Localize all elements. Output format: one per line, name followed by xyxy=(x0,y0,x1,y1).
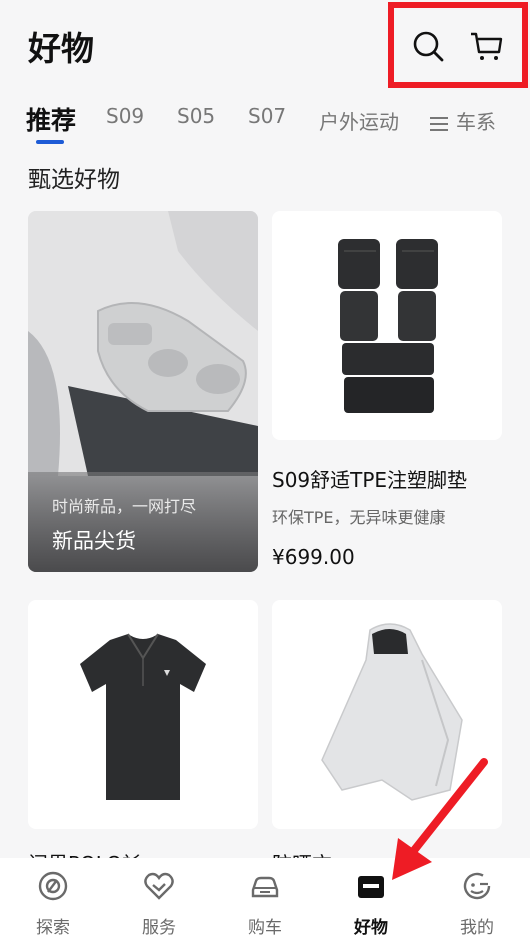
floor-mat-image xyxy=(338,239,438,413)
hero-title: 新品尖货 xyxy=(52,529,136,553)
menu-icon xyxy=(430,116,448,132)
tab-recommend[interactable]: 推荐 xyxy=(26,101,76,137)
nav-goods[interactable]: 好物 xyxy=(318,858,424,943)
hero-overlay xyxy=(28,472,258,572)
product-card-jacket[interactable] xyxy=(272,600,502,829)
product-card-polo[interactable] xyxy=(28,600,258,829)
goods-icon xyxy=(358,876,384,898)
header: 好物 xyxy=(0,0,530,92)
nav-profile[interactable]: 我的 xyxy=(424,858,530,943)
car-icon xyxy=(251,876,279,898)
sun-jacket-image xyxy=(321,623,463,801)
cart-button[interactable] xyxy=(466,26,506,66)
nav-label: 购车 xyxy=(248,918,282,938)
cart-icon xyxy=(471,32,503,60)
nav-label: 探索 xyxy=(36,918,70,938)
service-icon xyxy=(144,872,174,900)
nav-label: 我的 xyxy=(460,918,494,938)
bottom-nav: 探索 服务 购车 好物 我的 xyxy=(0,858,530,943)
product-price: ¥699.00 xyxy=(272,545,355,569)
search-icon xyxy=(413,31,444,62)
product-card-floor-mat[interactable] xyxy=(272,211,502,440)
nav-label: 好物 xyxy=(354,918,388,938)
tab-outdoor[interactable]: 户外运动 xyxy=(319,106,399,135)
new-arrivals-card[interactable]: 时尚新品，一网打尽 新品尖货 xyxy=(28,211,258,572)
search-button[interactable] xyxy=(408,26,448,66)
polo-shirt-image xyxy=(80,633,206,800)
tab-s09[interactable]: S09 xyxy=(106,104,144,128)
tab-s05[interactable]: S05 xyxy=(177,104,215,128)
profile-icon xyxy=(463,872,491,900)
tab-active-indicator xyxy=(36,140,64,144)
console-tray-image xyxy=(28,211,258,476)
hero-subtitle: 时尚新品，一网打尽 xyxy=(52,497,197,516)
tab-s07[interactable]: S07 xyxy=(248,104,286,128)
nav-explore[interactable]: 探索 xyxy=(0,858,106,943)
explore-icon xyxy=(38,871,68,901)
category-tabs: 推荐 S09 S05 S07 户外运动 车系 xyxy=(0,96,530,148)
nav-label: 服务 xyxy=(142,918,176,938)
tab-car-series[interactable]: 车系 xyxy=(430,106,496,135)
page-title: 好物 xyxy=(28,29,94,68)
tab-car-series-label: 车系 xyxy=(456,110,496,134)
nav-buy-car[interactable]: 购车 xyxy=(212,858,318,943)
nav-service[interactable]: 服务 xyxy=(106,858,212,943)
section-title: 甄选好物 xyxy=(28,167,120,193)
product-description: 环保TPE，无异味更健康 xyxy=(272,508,446,527)
product-name[interactable]: S09舒适TPE注塑脚垫 xyxy=(272,464,467,493)
